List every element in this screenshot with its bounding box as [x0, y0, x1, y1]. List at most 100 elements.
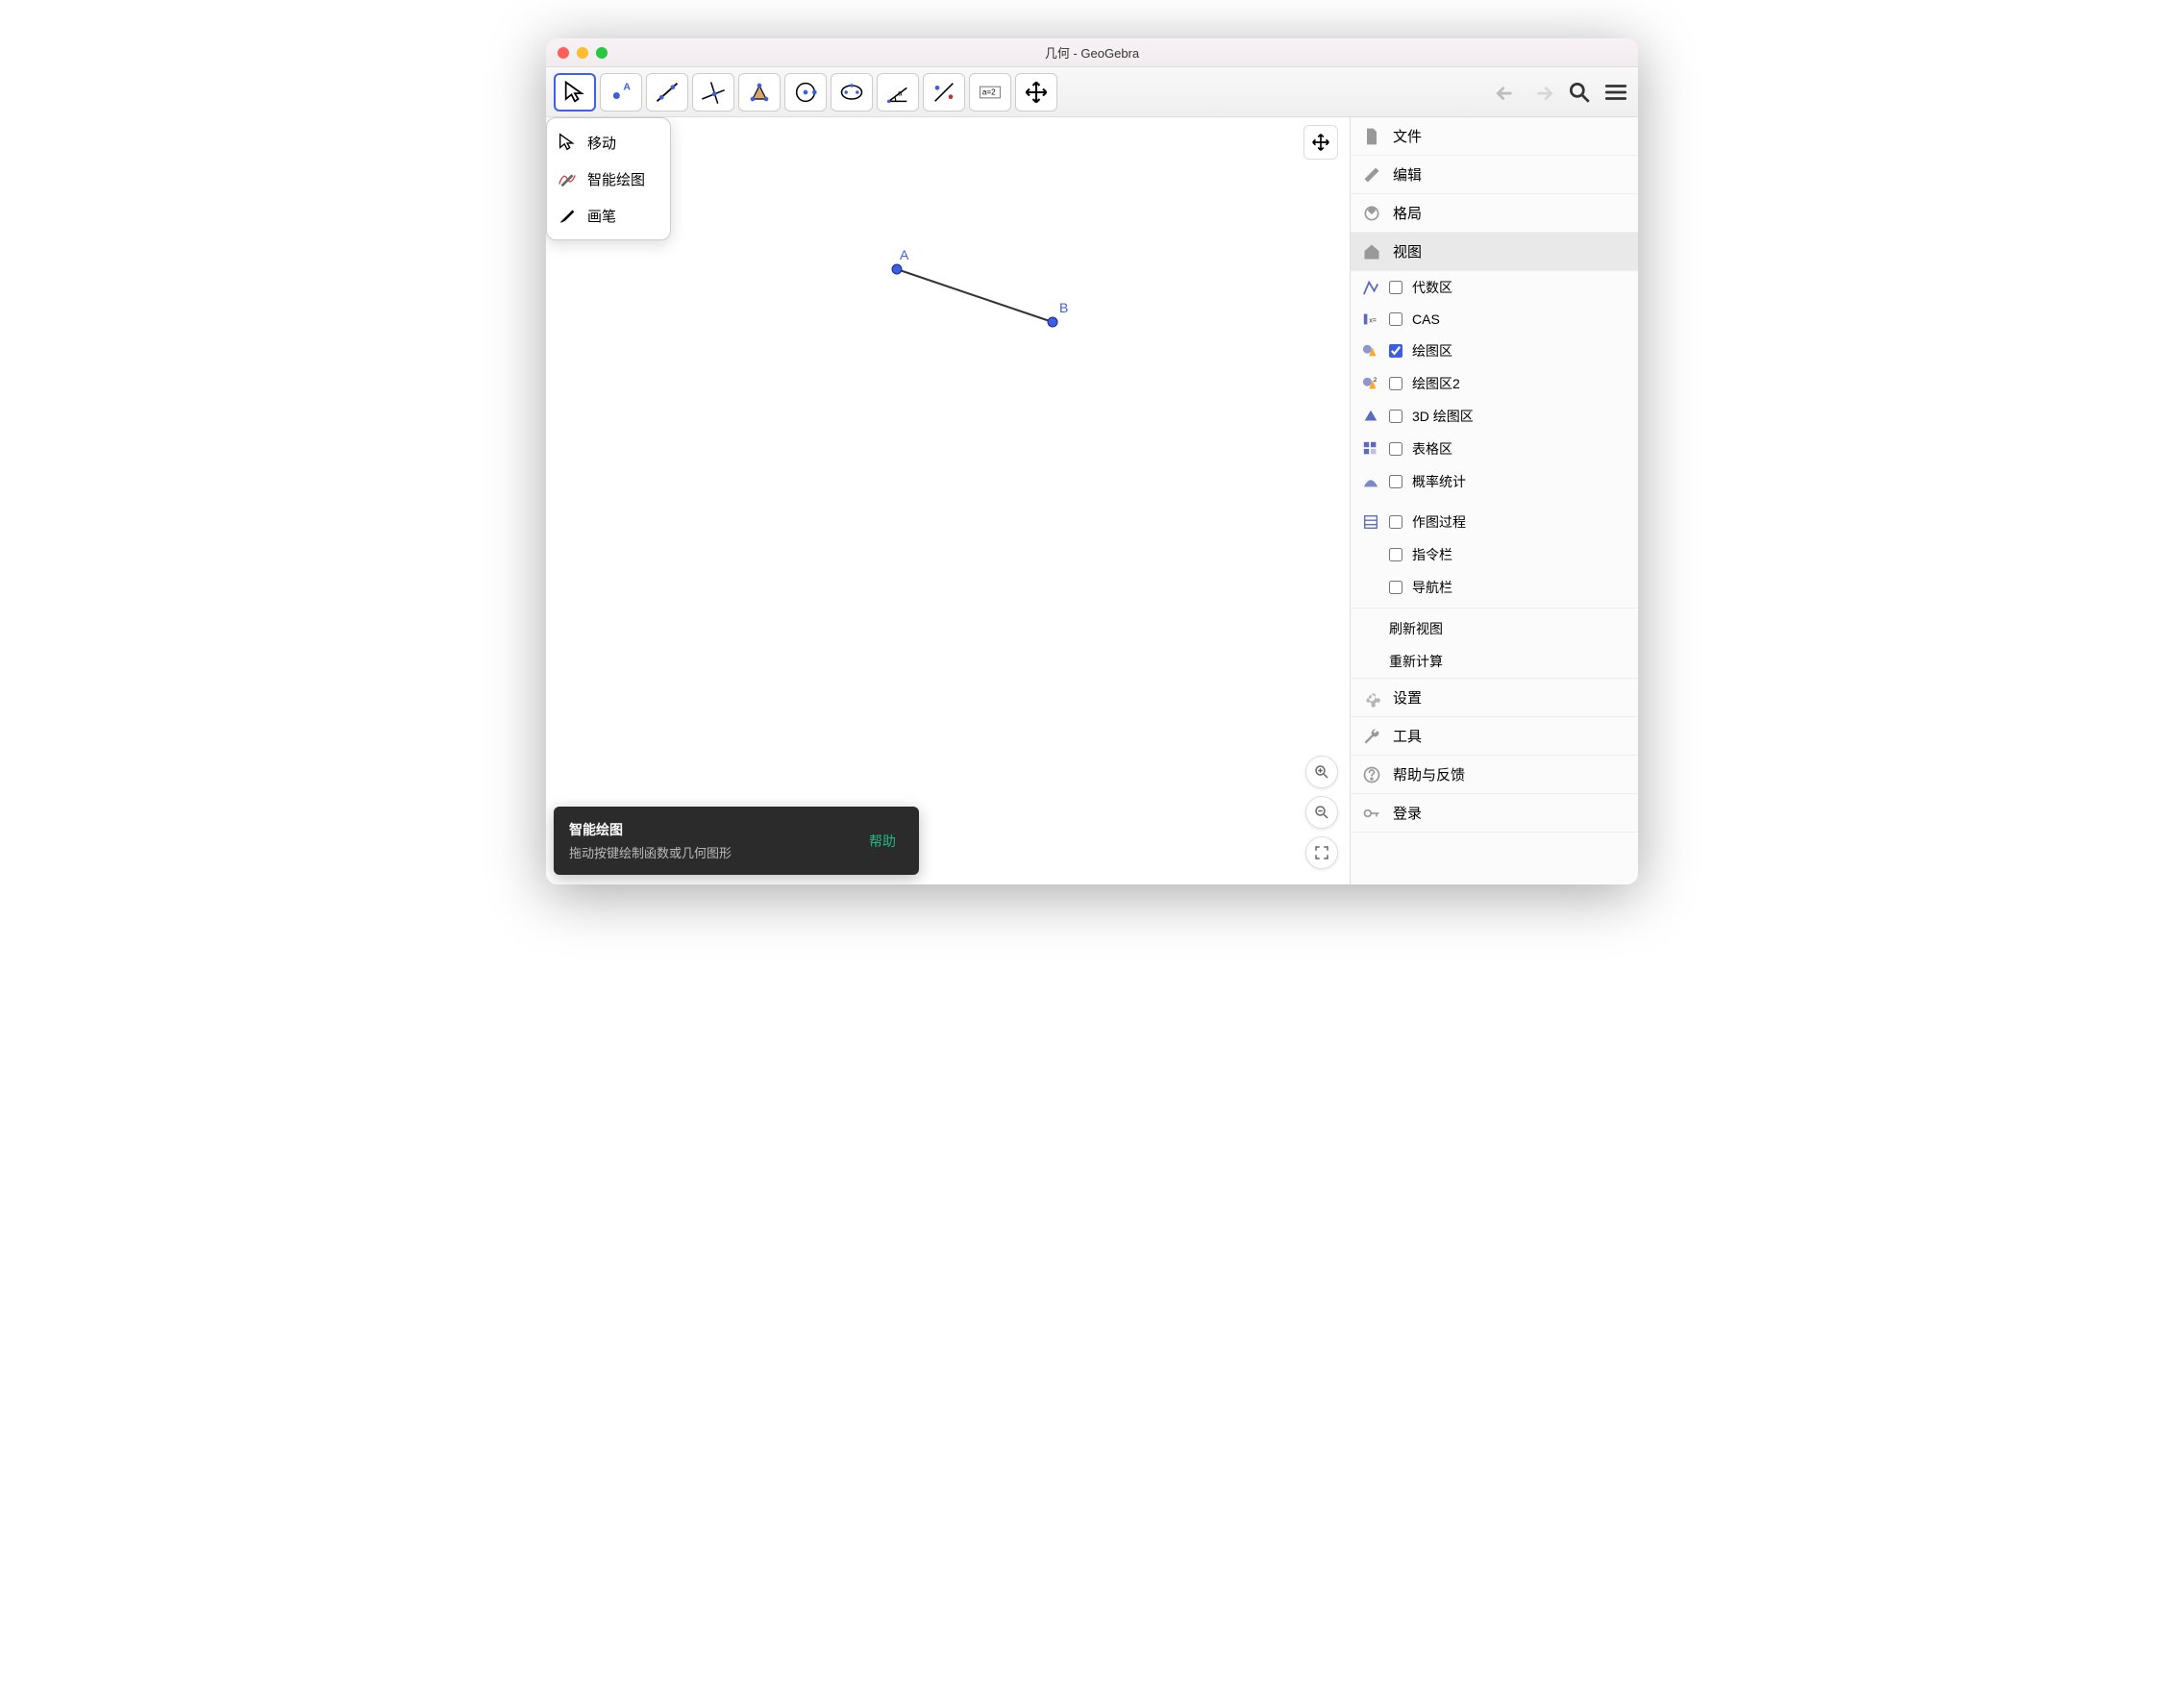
view-3d[interactable]: 3D 绘图区 [1351, 400, 1638, 433]
layout-icon [1362, 204, 1381, 223]
sidebar-label: 设置 [1393, 687, 1422, 708]
sidebar-item-help[interactable]: 帮助与反馈 [1351, 756, 1638, 794]
svg-text:2: 2 [1374, 377, 1377, 384]
sidebar-item-tools[interactable]: 工具 [1351, 717, 1638, 756]
undo-button[interactable] [1492, 78, 1521, 107]
sidebar-label: 帮助与反馈 [1393, 764, 1465, 784]
view-label: 导航栏 [1412, 578, 1452, 597]
view-navbar-checkbox[interactable] [1389, 581, 1402, 594]
sidebar-label: 工具 [1393, 726, 1422, 746]
view-probability[interactable]: 概率统计 [1351, 465, 1638, 498]
protocol-icon [1362, 513, 1379, 531]
view-move-handle[interactable] [1303, 125, 1338, 160]
tool-ellipse[interactable] [831, 73, 873, 112]
sidebar-item-login[interactable]: 登录 [1351, 794, 1638, 833]
svg-text:x=: x= [1369, 316, 1377, 325]
view-navbar[interactable]: 导航栏 [1351, 571, 1638, 604]
gear-icon [1362, 688, 1381, 708]
sidebar-label: 格局 [1393, 203, 1422, 223]
tooltip-help-link[interactable]: 帮助 [861, 828, 904, 855]
edit-icon [1362, 165, 1381, 185]
view-protocol-checkbox[interactable] [1389, 515, 1402, 529]
view-label: 指令栏 [1412, 545, 1452, 564]
view-graphics[interactable]: 绘图区 [1351, 335, 1638, 367]
sidebar-item-file[interactable]: 文件 [1351, 117, 1638, 156]
tool-tooltip: 智能绘图 拖动按键绘制函数或几何图形 帮助 [554, 807, 919, 875]
content: 移动 智能绘图 画笔 A B [546, 117, 1638, 884]
point-b[interactable] [1048, 317, 1057, 327]
sidebar-item-settings[interactable]: 设置 [1351, 678, 1638, 717]
refresh-views[interactable]: 刷新视图 [1351, 612, 1638, 645]
view-label: 绘图区2 [1412, 374, 1460, 393]
app-window: 几何 - GeoGebra A α a=2 [546, 38, 1638, 884]
sidebar-item-edit[interactable]: 编辑 [1351, 156, 1638, 194]
graphics-icon [1362, 342, 1379, 360]
view-graphics2[interactable]: 2 绘图区2 [1351, 367, 1638, 400]
sidebar: 文件 编辑 格局 视图 代数区 x= C [1350, 117, 1638, 884]
spreadsheet-icon [1362, 440, 1379, 458]
file-icon [1362, 127, 1381, 146]
view-label: 表格区 [1412, 439, 1452, 459]
action-label: 重新计算 [1389, 652, 1443, 671]
view-inputbar[interactable]: 指令栏 [1351, 538, 1638, 571]
freehand-icon [557, 168, 578, 189]
tooltip-title: 智能绘图 [569, 820, 732, 839]
help-icon [1362, 765, 1381, 784]
svg-text:a=2: a=2 [982, 87, 996, 96]
view-cas-checkbox[interactable] [1389, 312, 1402, 326]
dropdown-label: 移动 [587, 133, 616, 153]
view-spreadsheet-checkbox[interactable] [1389, 442, 1402, 456]
3d-icon [1362, 408, 1379, 425]
view-graphics2-checkbox[interactable] [1389, 377, 1402, 390]
zoom-controls [1305, 756, 1338, 869]
view-algebra[interactable]: 代数区 [1351, 271, 1638, 304]
titlebar: 几何 - GeoGebra [546, 38, 1638, 67]
recompute[interactable]: 重新计算 [1351, 645, 1638, 678]
tool-reflect[interactable] [923, 73, 965, 112]
view-spreadsheet[interactable]: 表格区 [1351, 433, 1638, 465]
view-label: 代数区 [1412, 278, 1452, 297]
view-graphics-checkbox[interactable] [1389, 344, 1402, 358]
fullscreen-button[interactable] [1305, 836, 1338, 869]
menu-button[interactable] [1601, 78, 1630, 107]
view-probability-checkbox[interactable] [1389, 475, 1402, 488]
tool-circle[interactable] [784, 73, 827, 112]
view-algebra-checkbox[interactable] [1389, 281, 1402, 294]
cas-icon: x= [1362, 311, 1379, 328]
tool-pan[interactable] [1015, 73, 1057, 112]
segment-ab[interactable] [897, 269, 1053, 322]
dropdown-item-pen[interactable]: 画笔 [547, 197, 670, 234]
dropdown-item-move[interactable]: 移动 [547, 124, 670, 161]
sidebar-item-view[interactable]: 视图 [1351, 233, 1638, 271]
cursor-icon [557, 132, 578, 153]
zoom-in-button[interactable] [1305, 756, 1338, 788]
view-protocol[interactable]: 作图过程 [1351, 506, 1638, 538]
tool-angle[interactable]: α [877, 73, 919, 112]
point-a[interactable] [892, 264, 902, 274]
window-title: 几何 - GeoGebra [546, 43, 1638, 62]
zoom-out-button[interactable] [1305, 796, 1338, 829]
sidebar-item-layout[interactable]: 格局 [1351, 194, 1638, 233]
tool-polygon[interactable] [738, 73, 781, 112]
view-cas[interactable]: x= CAS [1351, 304, 1638, 335]
tool-perpendicular[interactable] [692, 73, 734, 112]
tooltip-description: 拖动按键绘制函数或几何图形 [569, 843, 732, 861]
search-button[interactable] [1565, 78, 1594, 107]
redo-button[interactable] [1528, 78, 1557, 107]
toolbar: A α a=2 [546, 67, 1638, 117]
graphics-view[interactable]: 移动 智能绘图 画笔 A B [546, 117, 1350, 884]
view-inputbar-checkbox[interactable] [1389, 548, 1402, 561]
dropdown-label: 智能绘图 [587, 169, 645, 189]
view-3d-checkbox[interactable] [1389, 410, 1402, 423]
view-label: 概率统计 [1412, 472, 1466, 491]
dropdown-item-freehand[interactable]: 智能绘图 [547, 161, 670, 197]
tool-move[interactable] [554, 73, 596, 112]
tool-line[interactable] [646, 73, 688, 112]
action-label: 刷新视图 [1389, 619, 1443, 638]
point-a-label: A [900, 247, 909, 262]
tool-text[interactable]: a=2 [969, 73, 1011, 112]
tool-dropdown: 移动 智能绘图 画笔 [546, 117, 671, 240]
tool-point[interactable]: A [600, 73, 642, 112]
svg-text:A: A [623, 81, 631, 92]
dropdown-label: 画笔 [587, 206, 616, 226]
